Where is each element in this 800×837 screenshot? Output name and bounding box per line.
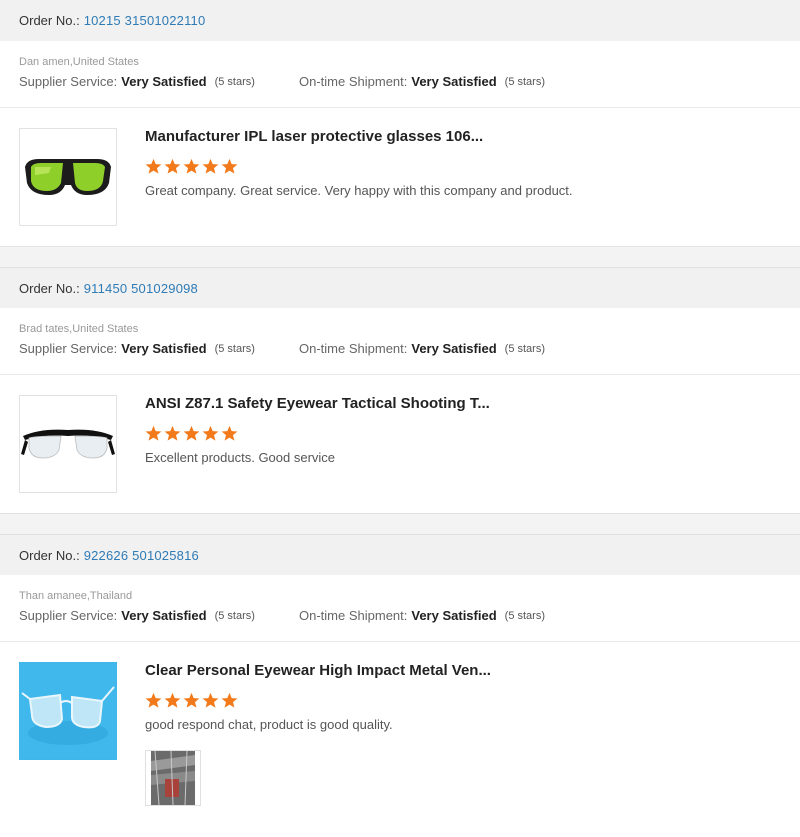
review-comment: good respond chat, product is good quali… [145, 717, 393, 732]
supplier-service-rating: Supplier Service: Very Satisfied (5 star… [19, 608, 299, 623]
review-separator [0, 247, 800, 267]
shipment-stars: (5 stars) [504, 342, 545, 355]
review-body: Clear Personal Eyewear High Impact Metal… [0, 642, 800, 826]
star-icon [202, 692, 219, 708]
order-number-link[interactable]: 911450 501029098 [84, 281, 198, 296]
order-number-link[interactable]: 10215 31501022110 [84, 13, 206, 28]
shipment-label: On-time Shipment: [299, 608, 408, 623]
review-content: Clear Personal Eyewear High Impact Metal… [145, 662, 781, 806]
order-bar: Order No.: 922626 501025816 [0, 534, 800, 575]
star-icon [183, 158, 200, 174]
shipment-value: Very Satisfied [411, 341, 497, 356]
shipment-label: On-time Shipment: [299, 74, 408, 89]
review-meta: Than amanee,Thailand Supplier Service: V… [0, 575, 800, 642]
star-icon [202, 425, 219, 441]
product-thumbnail[interactable] [19, 395, 117, 493]
star-icon [145, 692, 162, 708]
product-title-link[interactable]: Clear Personal Eyewear High Impact Metal… [145, 662, 781, 680]
buyer-location: Than amanee,Thailand [19, 590, 133, 602]
star-icon [221, 692, 238, 708]
star-icon [164, 425, 181, 441]
star-icon [183, 692, 200, 708]
order-label: Order No.: [19, 13, 80, 28]
product-title-link[interactable]: Manufacturer IPL laser protective glasse… [145, 128, 781, 146]
star-icon [145, 425, 162, 441]
metal-frame-eyewear-image [20, 663, 116, 759]
order-bar: Order No.: 911450 501029098 [0, 267, 800, 308]
supplier-service-stars: (5 stars) [214, 609, 255, 622]
shipment-stars: (5 stars) [504, 609, 545, 622]
star-icon [164, 158, 181, 174]
review-content: Manufacturer IPL laser protective glasse… [145, 128, 781, 226]
buyer-location: Brad tates,United States [19, 323, 139, 335]
shipment-stars: (5 stars) [504, 75, 545, 88]
supplier-service-stars: (5 stars) [214, 342, 255, 355]
star-rating [145, 158, 781, 175]
review-card: Order No.: 911450 501029098 Brad tates,U… [0, 267, 800, 514]
shipment-label: On-time Shipment: [299, 341, 408, 356]
buyer-location: Dan amen,United States [19, 56, 139, 68]
star-icon [164, 692, 181, 708]
review-content: ANSI Z87.1 Safety Eyewear Tactical Shoot… [145, 395, 781, 493]
supplier-service-label: Supplier Service: [19, 341, 118, 356]
supplier-service-value: Very Satisfied [121, 608, 207, 623]
star-icon [183, 425, 200, 441]
review-comment: Excellent products. Good service [145, 450, 336, 465]
star-icon [145, 158, 162, 174]
green-laser-glasses-image [25, 159, 111, 195]
supplier-service-value: Very Satisfied [121, 74, 207, 89]
attached-photo-image [151, 751, 195, 805]
shipment-rating: On-time Shipment: Very Satisfied (5 star… [299, 341, 545, 356]
supplier-service-rating: Supplier Service: Very Satisfied (5 star… [19, 341, 299, 356]
product-title-link[interactable]: ANSI Z87.1 Safety Eyewear Tactical Shoot… [145, 395, 781, 413]
order-bar: Order No.: 10215 31501022110 [0, 0, 800, 41]
review-separator [0, 514, 800, 534]
review-meta: Dan amen,United States Supplier Service:… [0, 41, 800, 108]
review-card: Order No.: 922626 501025816 Than amanee,… [0, 534, 800, 826]
review-attachment[interactable] [145, 750, 201, 806]
supplier-service-stars: (5 stars) [214, 75, 255, 88]
star-icon [221, 158, 238, 174]
star-icon [202, 158, 219, 174]
supplier-service-label: Supplier Service: [19, 74, 118, 89]
order-label: Order No.: [19, 547, 80, 563]
service-ratings: Supplier Service: Very Satisfied (5 star… [19, 608, 781, 623]
product-thumbnail[interactable] [19, 662, 117, 760]
order-label: Order No.: [19, 280, 80, 296]
service-ratings: Supplier Service: Very Satisfied (5 star… [19, 341, 781, 356]
review-body: Manufacturer IPL laser protective glasse… [0, 108, 800, 246]
product-thumbnail[interactable] [19, 128, 117, 226]
supplier-service-label: Supplier Service: [19, 608, 118, 623]
order-number-link[interactable]: 922626 501025816 [84, 548, 199, 563]
shipment-rating: On-time Shipment: Very Satisfied (5 star… [299, 608, 545, 623]
shipment-value: Very Satisfied [411, 608, 497, 623]
review-card: Order No.: 10215 31501022110 Dan amen,Un… [0, 0, 800, 247]
supplier-service-value: Very Satisfied [121, 341, 207, 356]
clear-safety-glasses-image [21, 429, 115, 459]
star-rating [145, 425, 781, 442]
review-meta: Brad tates,United States Supplier Servic… [0, 308, 800, 375]
shipment-rating: On-time Shipment: Very Satisfied (5 star… [299, 74, 545, 89]
shipment-value: Very Satisfied [411, 74, 497, 89]
star-icon [221, 425, 238, 441]
supplier-service-rating: Supplier Service: Very Satisfied (5 star… [19, 74, 299, 89]
review-body: ANSI Z87.1 Safety Eyewear Tactical Shoot… [0, 375, 800, 513]
star-rating [145, 692, 781, 709]
review-comment: Great company. Great service. Very happy… [145, 183, 573, 198]
service-ratings: Supplier Service: Very Satisfied (5 star… [19, 74, 781, 89]
